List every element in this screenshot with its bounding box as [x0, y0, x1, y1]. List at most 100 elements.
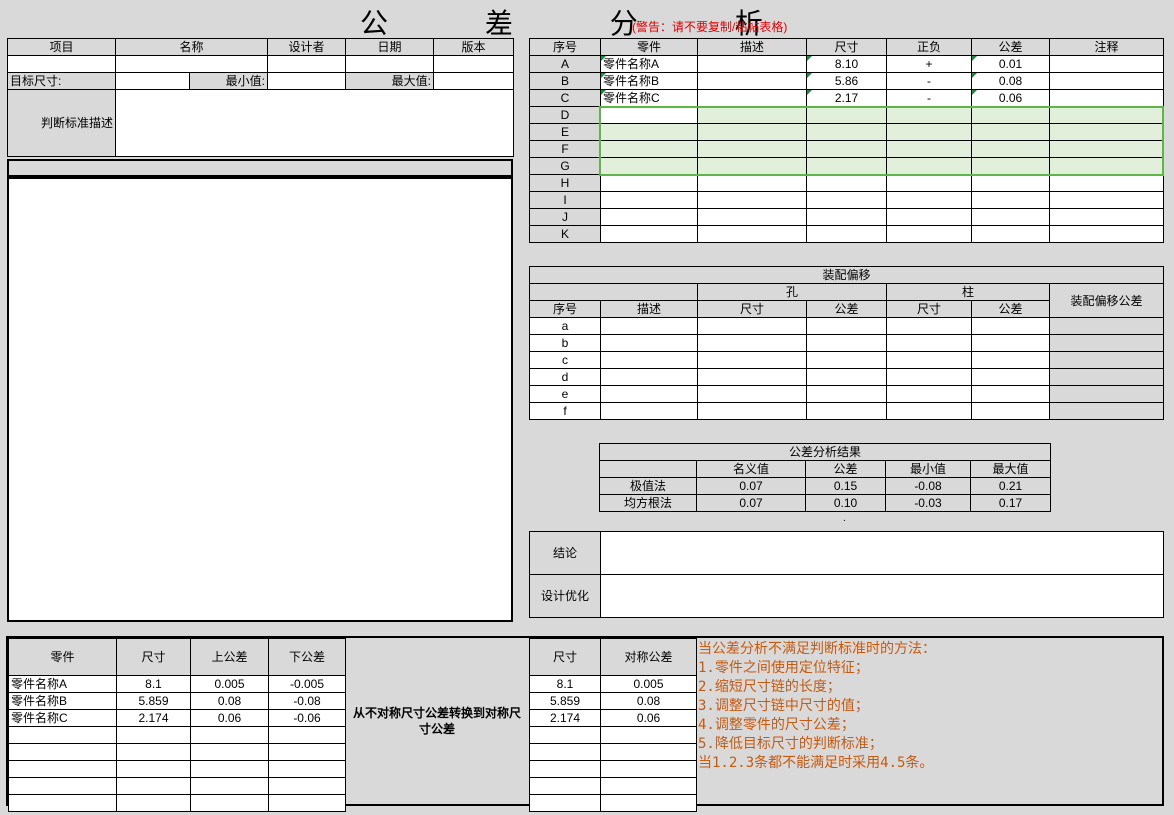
asm-input-cell[interactable] — [600, 334, 698, 352]
asm-input-cell[interactable] — [697, 368, 807, 386]
parts-cell-size[interactable] — [806, 191, 887, 209]
max-cell[interactable] — [433, 72, 514, 90]
sketch-area[interactable] — [7, 177, 513, 622]
parts-cell-part[interactable]: 零件名称C — [600, 89, 698, 107]
convert-cell-part[interactable] — [8, 726, 117, 744]
asm-input-cell[interactable] — [600, 351, 698, 369]
parts-cell-tol[interactable]: 0.06 — [971, 89, 1050, 107]
criteria-cell[interactable] — [115, 89, 514, 157]
asm-input-cell[interactable] — [806, 317, 887, 335]
asm-input-cell[interactable] — [697, 317, 807, 335]
parts-cell-desc[interactable] — [697, 157, 807, 175]
parts-cell-desc[interactable] — [697, 55, 807, 73]
parts-cell-sign[interactable] — [886, 106, 972, 124]
convert-cell-lower[interactable] — [268, 760, 346, 778]
parts-cell-sign[interactable] — [886, 174, 972, 192]
target-cell[interactable] — [115, 72, 190, 90]
convert-cell-upper[interactable]: 0.005 — [190, 675, 269, 693]
parts-cell-part[interactable] — [600, 106, 698, 124]
project-cell[interactable] — [7, 55, 116, 73]
parts-cell-tol[interactable] — [971, 106, 1050, 124]
name-cell[interactable] — [115, 55, 268, 73]
parts-cell-sign[interactable] — [886, 123, 972, 141]
convert-cell-lower[interactable]: -0.08 — [268, 692, 346, 710]
asm-input-cell[interactable] — [806, 351, 887, 369]
convert-cell-size[interactable]: 5.859 — [116, 692, 191, 710]
asm-input-cell[interactable] — [600, 402, 698, 420]
parts-cell-note[interactable] — [1049, 89, 1164, 107]
parts-cell-size[interactable] — [806, 208, 887, 226]
asm-input-cell[interactable] — [600, 385, 698, 403]
convert-cell-upper[interactable] — [190, 777, 269, 795]
min-cell[interactable] — [267, 72, 346, 90]
parts-cell-part[interactable] — [600, 191, 698, 209]
parts-cell-desc[interactable] — [697, 123, 807, 141]
parts-cell-desc[interactable] — [697, 72, 807, 90]
convert-cell-lower[interactable] — [268, 726, 346, 744]
parts-cell-desc[interactable] — [697, 191, 807, 209]
asm-input-cell[interactable] — [697, 385, 807, 403]
asm-input-cell[interactable] — [971, 385, 1050, 403]
convert-cell-upper[interactable] — [190, 743, 269, 761]
asm-input-cell[interactable] — [600, 317, 698, 335]
convert-cell-upper[interactable]: 0.06 — [190, 709, 269, 727]
parts-cell-note[interactable] — [1049, 140, 1164, 158]
parts-cell-part[interactable]: 零件名称A — [600, 55, 698, 73]
parts-cell-part[interactable] — [600, 174, 698, 192]
parts-cell-note[interactable] — [1049, 55, 1164, 73]
parts-cell-size[interactable] — [806, 157, 887, 175]
designer-cell[interactable] — [267, 55, 346, 73]
parts-cell-tol[interactable] — [971, 140, 1050, 158]
convert-cell-size[interactable]: 8.1 — [116, 675, 191, 693]
parts-cell-desc[interactable] — [697, 174, 807, 192]
convert-cell-lower[interactable]: -0.005 — [268, 675, 346, 693]
parts-cell-note[interactable] — [1049, 123, 1164, 141]
convert-cell-part[interactable]: 零件名称C — [8, 709, 117, 727]
parts-cell-sign[interactable] — [886, 225, 972, 243]
version-cell[interactable] — [433, 55, 514, 73]
parts-cell-desc[interactable] — [697, 89, 807, 107]
parts-cell-note[interactable] — [1049, 157, 1164, 175]
parts-cell-size[interactable]: 5.86 — [806, 72, 887, 90]
parts-cell-note[interactable] — [1049, 174, 1164, 192]
convert-cell-part[interactable]: 零件名称B — [8, 692, 117, 710]
parts-cell-part[interactable] — [600, 123, 698, 141]
parts-cell-part[interactable] — [600, 208, 698, 226]
asm-input-cell[interactable] — [886, 368, 972, 386]
convert-cell-size[interactable] — [116, 726, 191, 744]
parts-cell-size[interactable]: 8.10 — [806, 55, 887, 73]
parts-cell-part[interactable] — [600, 157, 698, 175]
convert-cell-part[interactable] — [8, 760, 117, 778]
asm-input-cell[interactable] — [806, 402, 887, 420]
convert-cell-upper[interactable] — [190, 726, 269, 744]
parts-cell-desc[interactable] — [697, 140, 807, 158]
parts-cell-tol[interactable] — [971, 191, 1050, 209]
parts-cell-tol[interactable] — [971, 225, 1050, 243]
parts-cell-tol[interactable]: 0.08 — [971, 72, 1050, 90]
parts-cell-tol[interactable] — [971, 123, 1050, 141]
parts-cell-size[interactable]: 2.17 — [806, 89, 887, 107]
parts-cell-sign[interactable]: + — [886, 55, 972, 73]
asm-input-cell[interactable] — [971, 402, 1050, 420]
convert-cell-lower[interactable] — [268, 743, 346, 761]
parts-cell-sign[interactable] — [886, 191, 972, 209]
asm-input-cell[interactable] — [697, 351, 807, 369]
convert-cell-part[interactable] — [8, 794, 117, 812]
parts-cell-part[interactable] — [600, 225, 698, 243]
convert-cell-upper[interactable] — [190, 760, 269, 778]
parts-cell-desc[interactable] — [697, 208, 807, 226]
convert-cell-size[interactable] — [116, 760, 191, 778]
convert-cell-size[interactable] — [116, 777, 191, 795]
asm-input-cell[interactable] — [697, 334, 807, 352]
parts-cell-part[interactable] — [600, 140, 698, 158]
asm-input-cell[interactable] — [971, 317, 1050, 335]
parts-cell-size[interactable] — [806, 174, 887, 192]
convert-cell-upper[interactable] — [190, 794, 269, 812]
parts-cell-sign[interactable] — [886, 140, 972, 158]
parts-cell-note[interactable] — [1049, 225, 1164, 243]
parts-cell-tol[interactable] — [971, 157, 1050, 175]
convert-cell-size[interactable]: 2.174 — [116, 709, 191, 727]
parts-cell-size[interactable] — [806, 106, 887, 124]
convert-cell-part[interactable] — [8, 743, 117, 761]
date-cell[interactable] — [345, 55, 434, 73]
